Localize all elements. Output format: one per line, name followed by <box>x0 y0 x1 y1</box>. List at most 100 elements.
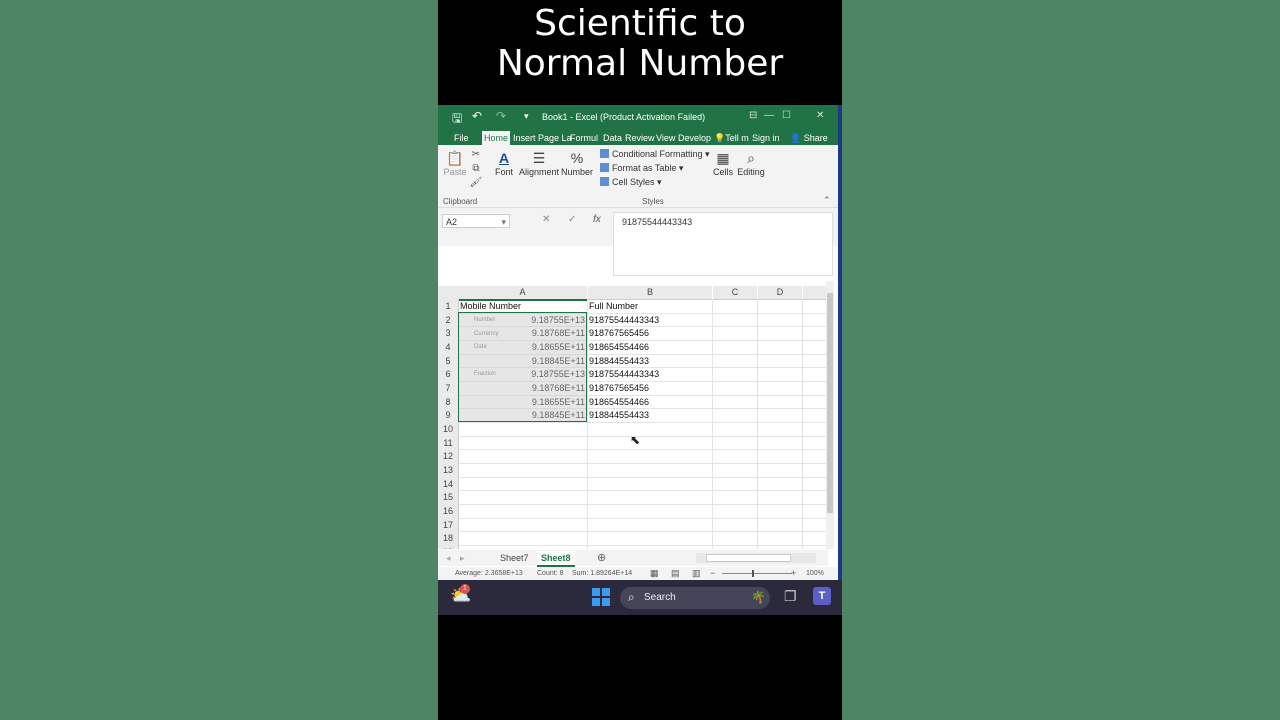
horizontal-scrollbar[interactable] <box>696 553 816 563</box>
cells-button[interactable]: ▦ Cells <box>712 149 734 177</box>
row-header-19[interactable]: 19 <box>438 544 459 549</box>
row-header-11[interactable]: 11 <box>438 435 459 450</box>
zoom-slider[interactable] <box>722 573 792 574</box>
minimize-icon[interactable]: — <box>764 110 774 121</box>
normal-view-icon[interactable]: ▦ <box>650 568 659 579</box>
worksheet-grid[interactable]: A B C D 12345678910111213141516171819Mob… <box>438 281 828 549</box>
page-layout-view-icon[interactable]: ▤ <box>671 568 680 579</box>
row-header-18[interactable]: 18 <box>438 531 459 545</box>
row-header-14[interactable]: 14 <box>438 476 459 491</box>
save-icon[interactable]: 🖫 <box>452 109 462 130</box>
zoom-in-icon[interactable]: + <box>791 568 796 578</box>
column-header-b[interactable]: B <box>588 286 712 300</box>
new-sheet-icon[interactable]: ⊕ <box>593 551 610 565</box>
collapse-ribbon-icon[interactable]: ⌃ <box>823 195 831 206</box>
row-header-5[interactable]: 5 <box>438 353 459 368</box>
column-header-c[interactable]: C <box>713 286 757 300</box>
prev-sheet-icon[interactable]: ◂ <box>442 551 455 565</box>
formula-input[interactable]: 91875544443343 <box>613 212 833 276</box>
insert-function-icon[interactable]: fx <box>593 214 601 225</box>
copy-icon[interactable]: ⧉ <box>469 162 483 176</box>
cell-a1-header[interactable]: Mobile Number <box>460 299 586 313</box>
task-view-icon[interactable]: ❐ <box>784 588 797 605</box>
horizontal-scroll-thumb[interactable] <box>706 554 791 562</box>
tab-formulas[interactable]: Formul <box>568 131 600 145</box>
cell-b1-header[interactable]: Full Number <box>589 299 711 313</box>
vertical-scrollbar[interactable] <box>826 281 834 549</box>
row-header-4[interactable]: 4 <box>438 339 459 354</box>
conditional-formatting-label: Conditional Formatting <box>612 149 703 159</box>
status-count: Count: 8 <box>537 570 564 577</box>
start-icon[interactable] <box>592 588 610 606</box>
tab-home[interactable]: Home <box>482 131 511 145</box>
redo-icon[interactable]: ↷ <box>496 109 506 123</box>
alignment-button[interactable]: ☰ Alignment <box>518 149 560 177</box>
customize-qat-icon[interactable]: ▾ <box>524 111 529 122</box>
sheet-tab-sheet8[interactable]: Sheet8 <box>537 551 575 567</box>
row-header-13[interactable]: 13 <box>438 462 459 477</box>
cell-full-number[interactable]: 918654554466 <box>589 395 711 409</box>
paste-button[interactable]: 📋 Paste <box>443 149 467 177</box>
name-box-dropdown-icon[interactable]: ▾ <box>501 215 506 229</box>
conditional-formatting-button[interactable]: Conditional Formatting ▾ <box>600 149 710 160</box>
row-header-7[interactable]: 7 <box>438 380 459 395</box>
sheet-tab-sheet7[interactable]: Sheet7 <box>496 551 533 565</box>
cancel-icon[interactable]: ✕ <box>542 214 550 225</box>
selected-range[interactable] <box>458 312 587 422</box>
tab-file[interactable]: File <box>452 131 471 145</box>
column-header-d[interactable]: D <box>758 286 802 300</box>
page-break-view-icon[interactable]: ▥ <box>692 568 701 579</box>
row-header-17[interactable]: 17 <box>438 517 459 532</box>
row-header-8[interactable]: 8 <box>438 394 459 409</box>
row-header-12[interactable]: 12 <box>438 449 459 463</box>
row-header-1[interactable]: 1 <box>438 299 459 313</box>
grid-line <box>802 299 803 549</box>
tab-insert[interactable]: Insert <box>511 131 538 145</box>
cell-styles-button[interactable]: Cell Styles ▾ <box>600 177 662 188</box>
maximize-icon[interactable]: ☐ <box>782 110 791 121</box>
tab-developer[interactable]: Develop <box>676 131 713 145</box>
select-all-corner[interactable] <box>438 286 458 300</box>
row-header-16[interactable]: 16 <box>438 503 459 518</box>
editing-button[interactable]: ⌕ Editing <box>735 149 767 177</box>
row-header-2[interactable]: 2 <box>438 312 459 327</box>
cell-full-number[interactable]: 918844554433 <box>589 408 711 422</box>
taskbar-search[interactable]: ⌕ Search 🌴 <box>620 587 770 609</box>
close-icon[interactable]: ✕ <box>816 110 824 121</box>
name-box[interactable]: A2 ▾ <box>442 214 510 228</box>
teams-icon[interactable]: T <box>813 587 831 605</box>
row-header-3[interactable]: 3 <box>438 326 459 340</box>
tab-view[interactable]: View <box>654 131 677 145</box>
cell-full-number[interactable]: 918844554433 <box>589 354 711 368</box>
cell-full-number[interactable]: 918654554466 <box>589 340 711 354</box>
format-as-table-button[interactable]: Format as Table ▾ <box>600 163 683 174</box>
share-button[interactable]: 👤 Share <box>788 131 830 145</box>
font-button[interactable]: A Font <box>494 149 514 177</box>
tab-data[interactable]: Data <box>601 131 624 145</box>
cell-full-number[interactable]: 91875544443343 <box>589 313 711 327</box>
zoom-level[interactable]: 100% <box>806 570 824 577</box>
ribbon-display-icon[interactable]: ⊟ <box>749 110 757 121</box>
undo-icon[interactable]: ↶ <box>472 109 482 123</box>
number-button[interactable]: % Number <box>561 149 593 177</box>
row-header-15[interactable]: 15 <box>438 490 459 504</box>
vertical-scroll-thumb[interactable] <box>827 293 833 513</box>
cell-full-number[interactable]: 918767565456 <box>589 381 711 395</box>
cut-icon[interactable]: ✂ <box>469 148 483 162</box>
row-header-9[interactable]: 9 <box>438 408 459 422</box>
cell-full-number[interactable]: 918767565456 <box>589 326 711 340</box>
caption-line-1: Scientific to <box>534 3 746 44</box>
row-header-6[interactable]: 6 <box>438 367 459 381</box>
tell-me-box[interactable]: 💡Tell m <box>712 131 751 145</box>
person-icon: 👤 <box>790 133 802 143</box>
format-painter-icon[interactable]: 🖌 <box>469 176 483 190</box>
sign-in-link[interactable]: Sign in <box>750 131 782 145</box>
zoom-slider-thumb[interactable] <box>752 570 754 577</box>
next-sheet-icon[interactable]: ▸ <box>456 551 469 565</box>
cell-full-number[interactable]: 91875544443343 <box>589 367 711 381</box>
enter-icon[interactable]: ✓ <box>568 214 576 225</box>
column-header-e[interactable] <box>803 286 828 300</box>
row-header-10[interactable]: 10 <box>438 421 459 436</box>
tab-review[interactable]: Review <box>623 131 657 145</box>
zoom-out-icon[interactable]: − <box>710 568 715 578</box>
